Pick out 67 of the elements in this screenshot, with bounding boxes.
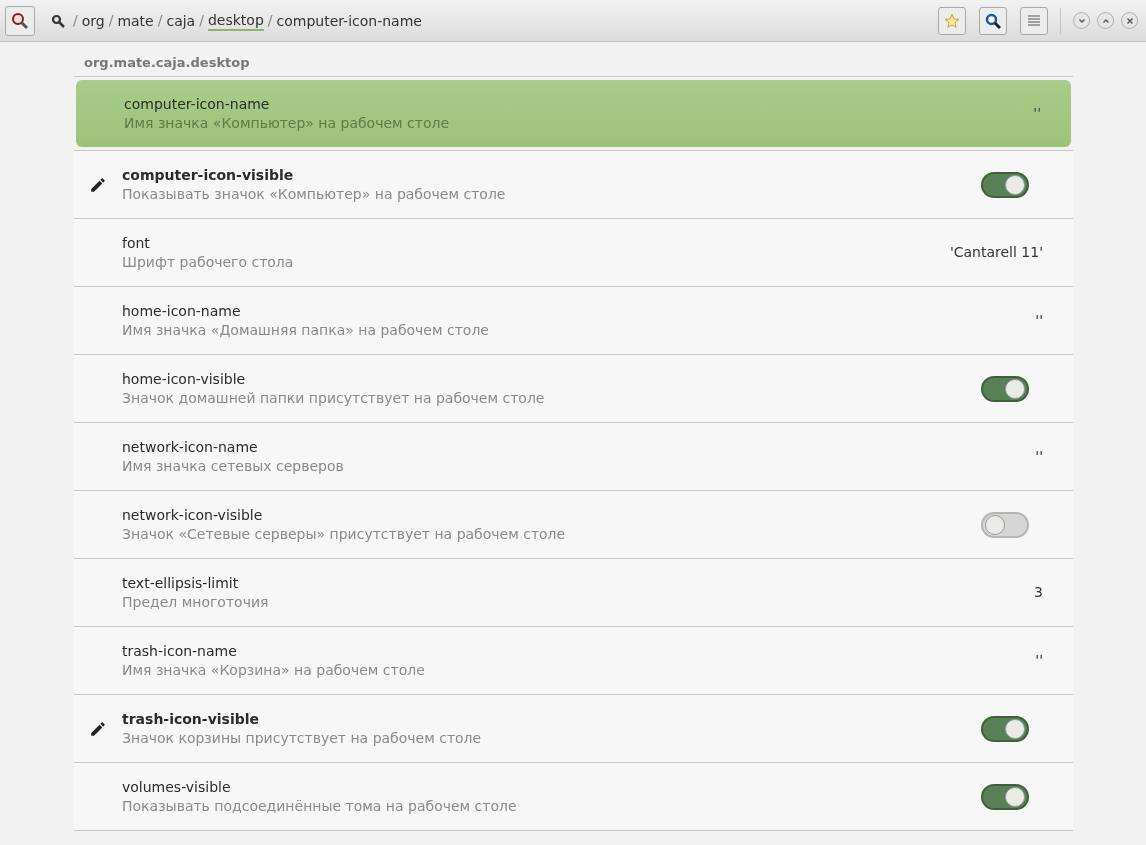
search-button[interactable] (979, 6, 1007, 35)
path-segment[interactable]: caja (166, 11, 196, 30)
pencil-icon (89, 175, 107, 194)
toggle-switch[interactable] (981, 783, 1029, 810)
key-name: font (122, 233, 151, 253)
value-text: '' (1035, 651, 1043, 670)
value-text: '' (1035, 447, 1043, 466)
key-name: text-ellipsis-limit (122, 573, 240, 593)
value-text: '' (1035, 311, 1043, 330)
value-text: 3 (1034, 583, 1043, 602)
setting-row[interactable]: trash-icon-visible Значок корзины присутствует на рабочем столе (74, 695, 1073, 762)
menu-icon (1027, 14, 1041, 27)
setting-row[interactable]: text-ellipsis-limit Предел многоточия 3 (74, 559, 1073, 626)
path-separator: / (108, 11, 114, 30)
path-segment[interactable]: desktop (207, 10, 264, 31)
key-description: Имя значка «Домашняя папка» на рабочем столе (122, 320, 490, 340)
close-icon (1125, 16, 1134, 25)
pencil-icon (89, 719, 107, 738)
key-description: Показывать подсоединённые тома на рабочем столе (122, 796, 518, 816)
toggle-switch[interactable] (981, 511, 1029, 538)
key-name: trash-icon-name (122, 641, 238, 661)
path-separator: / (267, 11, 273, 30)
toggle-switch[interactable] (981, 715, 1029, 742)
search-toggle-button[interactable] (5, 5, 35, 36)
setting-row[interactable]: computer-icon-name Имя значка «Компьютер» на рабочем столе '' (76, 80, 1071, 147)
toggle-switch[interactable] (981, 171, 1029, 198)
setting-row[interactable]: volumes-visible Показывать подсоединённые тома на рабочем столе (74, 763, 1073, 830)
path-segment[interactable]: org (81, 11, 105, 30)
path-segment[interactable]: mate (117, 11, 154, 30)
key-name: computer-icon-name (124, 94, 271, 114)
setting-row[interactable]: font Шрифт рабочего стола 'Cantarell 11' (74, 219, 1073, 286)
key-description: Значок корзины присутствует на рабочем столе (122, 728, 483, 748)
key-name: volumes-visible (122, 777, 232, 797)
path-separator: / (157, 11, 163, 30)
setting-row[interactable]: trash-icon-name Имя значка «Корзина» на рабочем столе '' (74, 627, 1073, 694)
path-separator: / (73, 11, 78, 30)
star-icon (944, 12, 960, 29)
key-description: Имя значка «Корзина» на рабочем столе (122, 660, 426, 680)
setting-row[interactable]: home-icon-name Имя значка «Домашняя папка» на рабочем столе '' (74, 287, 1073, 354)
key-description: Значок «Сетевые серверы» присутствует на рабочем столе (122, 524, 567, 544)
key-name: trash-icon-visible (122, 709, 261, 729)
key-name: home-icon-visible (122, 369, 247, 389)
search-icon (985, 12, 1001, 29)
setting-row[interactable]: home-icon-visible Значок домашней папки присутствует на рабочем столе (74, 355, 1073, 422)
key-name: home-icon-name (122, 301, 242, 321)
group-title: org.mate.caja.desktop (84, 55, 250, 70)
key-name: network-icon-name (122, 437, 259, 457)
value-text: 'Cantarell 11' (949, 243, 1043, 262)
key-description: Имя значка «Компьютер» на рабочем столе (124, 113, 451, 133)
setting-row[interactable]: network-icon-visible Значок «Сетевые серверы» присутствует на рабочем столе (74, 491, 1073, 558)
close-button[interactable] (1121, 12, 1138, 29)
key-description: Предел многоточия (122, 592, 270, 612)
key-description: Имя значка сетевых серверов (122, 456, 345, 476)
search-icon (11, 11, 29, 30)
setting-row[interactable]: network-icon-name Имя значка сетевых серверов '' (74, 423, 1073, 490)
setting-row[interactable]: computer-icon-visible Показывать значок «Компьютер» на рабочем столе (74, 151, 1073, 218)
path-separator: / (199, 11, 204, 30)
toggle-switch[interactable] (981, 375, 1029, 402)
key-description: Значок домашней папки присутствует на рабочем столе (122, 388, 546, 408)
key-name: computer-icon-visible (122, 165, 295, 185)
minimize-icon (1077, 16, 1086, 25)
path-segment[interactable]: computer-icon-name (276, 11, 422, 30)
search-icon (51, 13, 65, 28)
key-name: network-icon-visible (122, 505, 264, 525)
key-description: Показывать значок «Компьютер» на рабочем столе (122, 184, 507, 204)
value-text: '' (1033, 104, 1041, 123)
key-description: Шрифт рабочего стола (122, 252, 295, 272)
